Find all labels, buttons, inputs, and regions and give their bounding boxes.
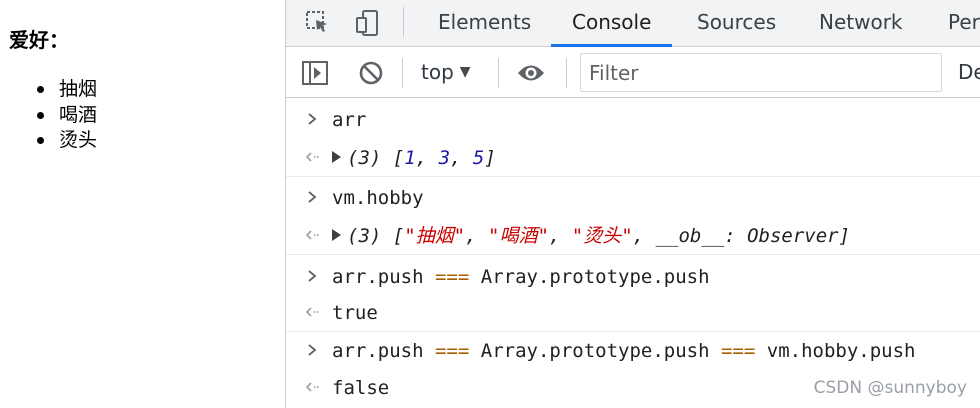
caret-down-icon: ▼	[459, 64, 471, 80]
device-toolbar-icon[interactable]	[353, 8, 383, 38]
prompt-chevron-icon	[304, 340, 320, 360]
toolbar-separator	[403, 7, 404, 37]
toolbar-separator	[498, 58, 499, 88]
tab-elements[interactable]: Elements	[438, 0, 531, 47]
bullet-icon	[37, 111, 44, 119]
hobby-item: 喝酒	[34, 103, 97, 129]
console-result-row[interactable]: (3) [1, 3, 5]	[286, 139, 980, 177]
console-input-row: arr.push === Array.prototype.push	[286, 258, 980, 296]
console-output[interactable]: arr (3) [1, 3, 5] vm.hobby (3) ["抽烟", "喝…	[286, 99, 980, 408]
hobby-array-preview[interactable]: (3) ["抽烟", "喝酒", "烫头", __ob__: Observer]	[332, 225, 850, 247]
toolbar-separator	[566, 58, 567, 88]
tab-sources[interactable]: Sources	[697, 0, 776, 47]
hobby-item: 抽烟	[34, 77, 97, 103]
toolbar-separator	[402, 58, 403, 88]
result-arrow-icon	[304, 377, 320, 397]
bullet-icon	[37, 86, 44, 93]
prompt-chevron-icon	[304, 109, 320, 129]
console-input-row: vm.hobby	[286, 179, 980, 217]
tab-performance[interactable]: Per	[948, 0, 980, 47]
tab-network[interactable]: Network	[819, 0, 903, 47]
devtools-panel: Elements Console Sources Network Per top…	[285, 0, 980, 408]
array-preview[interactable]: (3) [1, 3, 5]	[332, 147, 496, 169]
sidebar-icon[interactable]	[300, 58, 330, 88]
boolean-result: false	[332, 377, 390, 399]
result-arrow-icon	[304, 225, 320, 245]
filter-field[interactable]	[580, 53, 942, 92]
prompt-chevron-icon	[304, 266, 320, 286]
filter-input[interactable]	[581, 54, 941, 91]
hobby-heading: 爱好：	[9, 28, 69, 52]
console-result-row: true	[286, 294, 980, 332]
web-page: 爱好： 抽烟 喝酒 烫头	[0, 0, 285, 408]
expand-triangle-icon[interactable]	[332, 151, 341, 163]
watermark: CSDN @sunnyboy	[813, 378, 967, 398]
boolean-result: true	[332, 302, 378, 324]
console-input-text: arr	[332, 109, 367, 131]
active-tab-indicator	[551, 44, 673, 47]
console-toolbar: top▼ De	[286, 48, 980, 98]
inspect-icon[interactable]	[303, 8, 333, 38]
expand-triangle-icon[interactable]	[332, 229, 341, 241]
prompt-chevron-icon	[304, 187, 320, 207]
bullet-icon	[37, 137, 44, 144]
eye-icon[interactable]	[516, 58, 546, 88]
context-selector[interactable]: top ▼	[421, 60, 471, 84]
console-result-row[interactable]: (3) ["抽烟", "喝酒", "烫头", __ob__: Observer]	[286, 217, 980, 255]
hobby-list: 抽烟 喝酒 烫头	[34, 77, 97, 154]
hobby-item: 烫头	[34, 128, 97, 154]
clear-console-icon[interactable]	[356, 58, 386, 88]
devtools-tabbar: Elements Console Sources Network Per	[286, 0, 980, 47]
console-input-row: arr.push === Array.prototype.push === vm…	[286, 332, 980, 370]
result-arrow-icon	[304, 302, 320, 322]
console-input-text: vm.hobby	[332, 187, 424, 209]
result-arrow-icon	[304, 147, 320, 167]
tab-console[interactable]: Console	[551, 0, 673, 47]
console-input-row: arr	[286, 101, 980, 139]
console-input-text: arr.push === Array.prototype.push === vm…	[332, 340, 916, 362]
console-input-text: arr.push === Array.prototype.push	[332, 266, 710, 288]
log-levels-dropdown[interactable]: De	[958, 60, 980, 84]
